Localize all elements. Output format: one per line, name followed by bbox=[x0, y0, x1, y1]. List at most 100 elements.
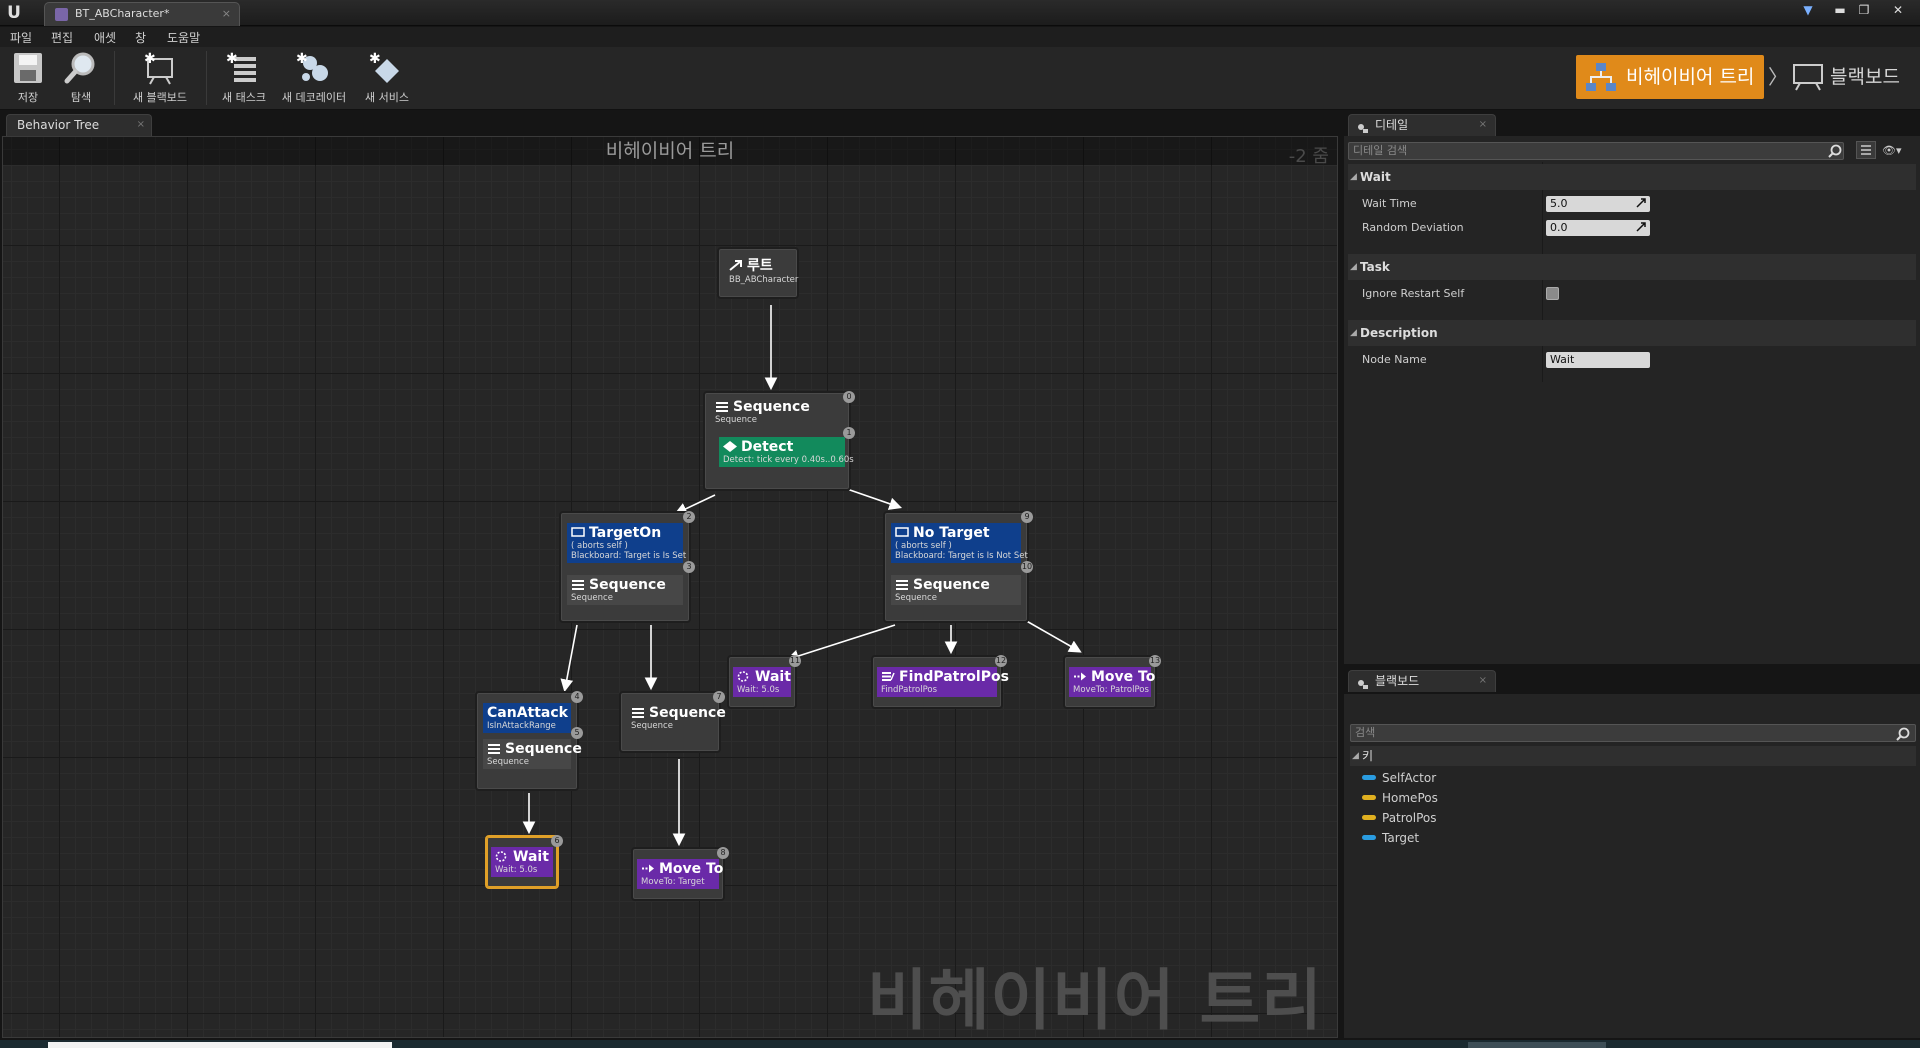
random-deviation-input[interactable]: 0.0 bbox=[1546, 220, 1650, 236]
moveto-patrolpos-task-node[interactable]: 13 Move To MoveTo: PatrolPos bbox=[1063, 655, 1161, 709]
notarget-sequence-node[interactable]: 9 No Target ( aborts self ) Blackboard: … bbox=[883, 511, 1033, 623]
svg-text:✱: ✱ bbox=[296, 51, 308, 67]
blackboard-keys-category[interactable]: ◢ 키 bbox=[1350, 746, 1916, 766]
toolbar-divider bbox=[114, 51, 115, 105]
document-tab[interactable]: BT_ABCharacter* × bbox=[44, 2, 240, 26]
moveto-target-task-node[interactable]: 8 Move To MoveTo: Target bbox=[631, 847, 729, 901]
blackboard-key-homepos[interactable]: HomePos bbox=[1362, 790, 1438, 806]
notarget-decorator[interactable]: No Target ( aborts self ) Blackboard: Ta… bbox=[891, 523, 1028, 563]
close-icon[interactable]: × bbox=[1479, 115, 1487, 135]
sequence-icon bbox=[571, 578, 585, 590]
menu-help[interactable]: 도움말 bbox=[167, 29, 200, 46]
root-node[interactable]: 루트 BB_ABCharacter bbox=[717, 247, 799, 299]
wire bbox=[846, 488, 903, 510]
targeton-sequence-node[interactable]: 2 TargetOn ( aborts self ) Blackboard: T… bbox=[559, 511, 695, 623]
node-name-input[interactable]: Wait bbox=[1546, 352, 1650, 368]
node-index-badge: 9 bbox=[1021, 511, 1033, 523]
collapse-triangle-icon: ◢ bbox=[1350, 172, 1357, 182]
menu-window[interactable]: 창 bbox=[135, 29, 146, 46]
blackboard-tab-icon bbox=[1357, 676, 1369, 689]
wait-time-input[interactable]: 5.0 bbox=[1546, 196, 1650, 212]
wait-task-node[interactable]: 11 Wait Wait: 5.0s bbox=[727, 655, 801, 709]
canattack-sequence-node[interactable]: 4 CanAttack IsInAttackRange 5 Sequence S… bbox=[475, 691, 583, 791]
mode-behavior-tree-button[interactable]: 비헤이비어 트리 bbox=[1576, 55, 1764, 99]
node-index-badge: 6 bbox=[551, 835, 563, 847]
node-index-badge: 7 bbox=[713, 691, 725, 703]
wait-icon bbox=[737, 670, 751, 682]
new-blackboard-icon: ✱ bbox=[142, 51, 178, 85]
category-wait[interactable]: ◢ Wait bbox=[1348, 164, 1916, 190]
save-button[interactable]: 저장 bbox=[8, 51, 48, 109]
node-index-badge: 13 bbox=[1149, 655, 1161, 667]
node-index-badge: 5 bbox=[571, 727, 583, 739]
sequence-node[interactable]: 0 Sequence Sequence 1 Detect Detect: tic… bbox=[703, 391, 855, 491]
blackboard-key-patrolpos[interactable]: PatrolPos bbox=[1362, 810, 1437, 826]
search-icon bbox=[1828, 143, 1842, 158]
details-tab[interactable]: 디테일 × bbox=[1348, 114, 1496, 136]
close-icon[interactable]: × bbox=[1479, 671, 1487, 691]
service-icon bbox=[723, 440, 737, 452]
wait-task-node-selected[interactable]: 6 Wait Wait: 5.0s bbox=[485, 835, 563, 889]
behavior-tree-tab-label: Behavior Tree bbox=[17, 118, 100, 132]
blackboard-key-selfactor[interactable]: SelfActor bbox=[1362, 770, 1436, 786]
node-index-badge: 11 bbox=[789, 655, 801, 667]
wire bbox=[560, 624, 578, 693]
object-key-type-icon bbox=[1362, 835, 1376, 840]
mode-blackboard-button[interactable]: 블랙보드 bbox=[1788, 55, 1918, 99]
behavior-tree-tab[interactable]: Behavior Tree × bbox=[6, 114, 152, 136]
menu-file[interactable]: 파일 bbox=[10, 29, 32, 46]
status-bar bbox=[0, 1040, 1920, 1048]
learn-icon[interactable]: ▼ bbox=[1798, 2, 1818, 18]
behavior-tree-mode-icon bbox=[1584, 61, 1618, 93]
blackboard-search-input[interactable]: 검색 bbox=[1350, 724, 1916, 742]
new-decorator-icon: ✱ bbox=[296, 51, 332, 85]
browse-button[interactable]: 탐색 bbox=[60, 51, 102, 109]
detect-service[interactable]: Detect Detect: tick every 0.40s..0.60s bbox=[719, 437, 854, 467]
view-options-eye-icon[interactable]: 👁▾ bbox=[1882, 144, 1910, 158]
menu-asset[interactable]: 애셋 bbox=[94, 29, 116, 46]
graph-canvas[interactable]: 비헤이비어 트리 -2 줌 루트 BB_ABCharacter 0 Sequen… bbox=[2, 136, 1338, 1038]
scrollbar-thumb[interactable] bbox=[1468, 1042, 1606, 1048]
menu-edit[interactable]: 편집 bbox=[51, 29, 73, 46]
new-blackboard-button[interactable]: ✱ 새 블랙보드 bbox=[126, 51, 194, 109]
ignore-restart-self-checkbox[interactable] bbox=[1546, 287, 1559, 300]
root-icon bbox=[729, 259, 743, 271]
behavior-tree-asset-icon bbox=[55, 8, 68, 21]
category-task[interactable]: ◢ Task bbox=[1348, 254, 1916, 280]
new-task-button[interactable]: ✱ 새 태스크 bbox=[216, 51, 272, 109]
move-to-icon bbox=[641, 862, 655, 873]
wait-icon bbox=[495, 850, 509, 862]
blackboard-tab[interactable]: 블랙보드 × bbox=[1348, 670, 1496, 692]
node-index-badge: 0 bbox=[843, 391, 855, 403]
category-description[interactable]: ◢ Description bbox=[1348, 320, 1916, 346]
node-index-badge: 2 bbox=[683, 511, 695, 523]
targeton-decorator[interactable]: TargetOn ( aborts self ) Blackboard: Tar… bbox=[567, 523, 686, 563]
sequence-icon bbox=[895, 578, 909, 590]
new-service-button[interactable]: ✱ 새 서비스 bbox=[358, 51, 416, 109]
node-index-badge: 3 bbox=[683, 561, 695, 573]
sequence-icon bbox=[487, 742, 501, 754]
minimize-button[interactable]: ▬ bbox=[1830, 2, 1850, 18]
wire bbox=[785, 624, 896, 663]
sequence-icon bbox=[631, 706, 645, 718]
chevron-right-icon: 〉 bbox=[1768, 65, 1788, 89]
restore-button[interactable]: ❐ bbox=[1854, 2, 1874, 18]
search-icon bbox=[1896, 726, 1910, 741]
close-window-button[interactable]: ✕ bbox=[1888, 2, 1908, 18]
collapse-triangle-icon: ◢ bbox=[1350, 328, 1357, 338]
new-decorator-button[interactable]: ✱ 새 데코레이터 bbox=[278, 51, 350, 109]
spin-arrows-icon bbox=[1636, 222, 1646, 232]
new-service-icon: ✱ bbox=[369, 51, 405, 85]
blackboard-key-target[interactable]: Target bbox=[1362, 830, 1419, 846]
title-bar: U BT_ABCharacter* × ▼ ▬ ❐ ✕ bbox=[0, 0, 1920, 26]
canattack-decorator[interactable]: CanAttack IsInAttackRange bbox=[483, 703, 571, 733]
mode-blackboard-label: 블랙보드 bbox=[1830, 66, 1900, 88]
svg-text:✱: ✱ bbox=[144, 51, 156, 67]
findpatrolpos-task-node[interactable]: 12 FindPatrolPos FindPatrolPos bbox=[871, 655, 1009, 709]
property-matrix-button[interactable] bbox=[1856, 141, 1876, 159]
close-icon[interactable]: × bbox=[137, 115, 145, 135]
spin-arrows-icon bbox=[1636, 198, 1646, 208]
close-icon[interactable]: × bbox=[222, 3, 231, 25]
details-search-input[interactable]: 디테일 검색 bbox=[1348, 142, 1844, 160]
sequence-node[interactable]: 7 Sequence Sequence bbox=[619, 691, 726, 753]
